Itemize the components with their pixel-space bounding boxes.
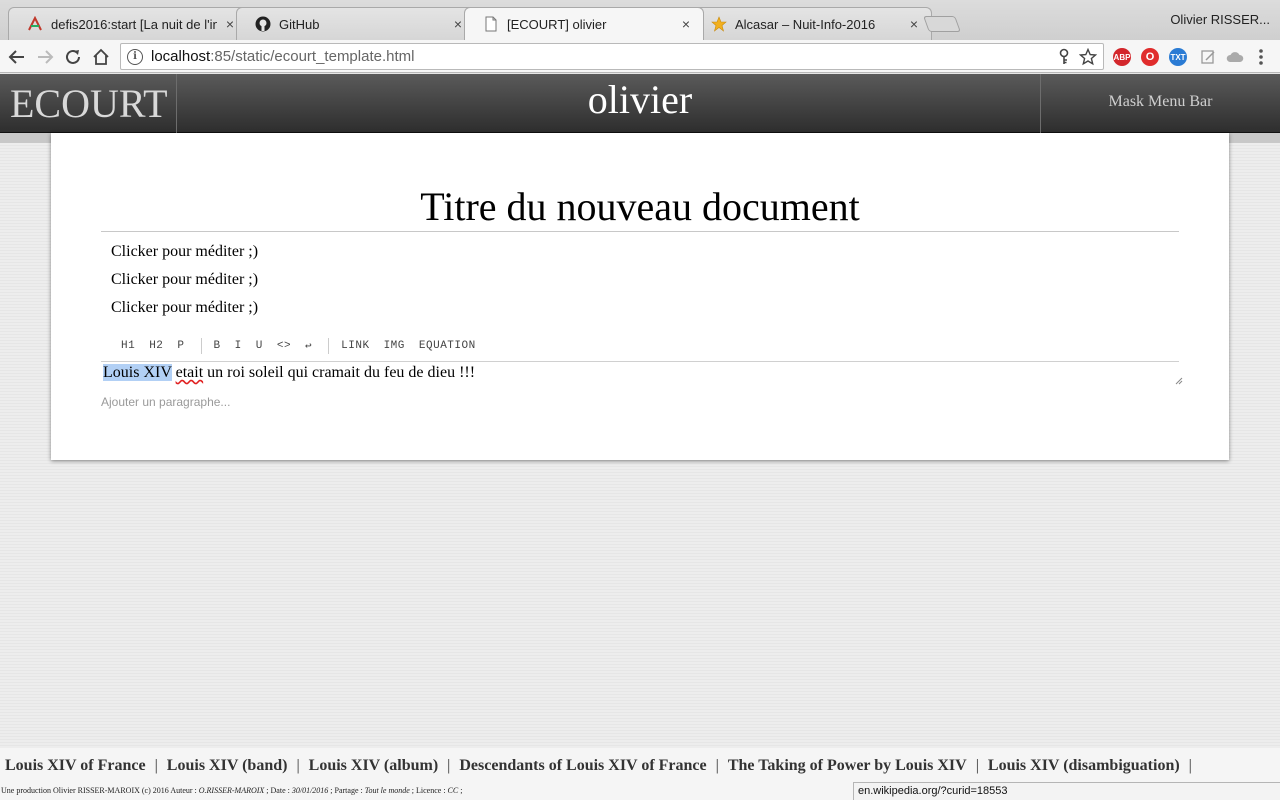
tab-title: GitHub [279, 16, 320, 32]
credits-prefix: Une production Olivier RISSER-MAROIX (c)… [1, 786, 199, 795]
credits-date: 30/01/2016 [291, 786, 329, 795]
underline-button[interactable]: U [256, 340, 263, 352]
browser-tab-strip: defis2016:start [La nuit de l'in × GitHu… [0, 0, 1280, 40]
home-icon [93, 48, 109, 65]
txt-extension-icon[interactable]: TXT [1169, 48, 1187, 66]
browser-tab-ecourt[interactable]: [ECOURT] olivier × [464, 7, 704, 40]
close-icon[interactable]: × [223, 16, 237, 32]
credits-share-label: ; Partage : [328, 786, 365, 795]
kebab-menu-icon [1259, 49, 1263, 65]
menu-button[interactable] [1248, 44, 1274, 70]
toolbar-separator [200, 338, 202, 354]
add-paragraph-placeholder[interactable]: Ajouter un paragraphe... [101, 395, 230, 409]
link-separator: | [1188, 757, 1192, 774]
paragraph-button[interactable]: P [177, 340, 184, 352]
github-icon [255, 16, 271, 32]
browser-toolbar: i localhost:85/static/ecourt_template.ht… [0, 40, 1280, 73]
wiki-icon [27, 16, 43, 32]
related-link[interactable]: Louis XIV (disambiguation) [988, 757, 1180, 775]
note-extension-button[interactable] [1195, 44, 1221, 70]
cloud-icon [1226, 52, 1244, 62]
toolbar-separator [328, 338, 330, 354]
forward-arrow-icon [38, 50, 54, 64]
home-button[interactable] [88, 44, 114, 70]
reload-icon [66, 49, 80, 64]
equation-button[interactable]: EQUATION [419, 340, 476, 352]
h2-button[interactable]: H2 [149, 340, 163, 352]
image-button[interactable]: IMG [384, 340, 405, 352]
code-button[interactable]: <> [277, 340, 291, 352]
related-link[interactable]: The Taking of Power by Louis XIV [728, 757, 967, 775]
close-icon[interactable]: × [679, 16, 693, 32]
bookmark-star-icon[interactable] [1079, 48, 1097, 66]
link-separator: | [715, 757, 719, 774]
key-icon[interactable] [1057, 48, 1071, 66]
title-divider [101, 231, 1179, 232]
reload-button[interactable] [60, 44, 86, 70]
credits-share: Tout le monde [364, 786, 410, 795]
url-path: :85/static/ecourt_template.html [210, 48, 415, 65]
paragraph-block[interactable]: Clicker pour méditer ;) [111, 299, 258, 317]
note-icon [1201, 50, 1215, 64]
misspelled-word: etait [175, 364, 204, 381]
document-card: Titre du nouveau document Clicker pour m… [51, 133, 1229, 460]
credits-end: ; [458, 786, 463, 795]
tab-title: defis2016:start [La nuit de l'in [51, 16, 217, 32]
bold-button[interactable]: B [214, 340, 221, 352]
close-icon[interactable]: × [907, 16, 921, 32]
format-toolbar: H1 H2 P B I U <> ↩ LINK IMG EQUATION [121, 337, 490, 355]
link-separator: | [296, 757, 300, 774]
back-button[interactable] [4, 44, 30, 70]
newline-button[interactable]: ↩ [305, 339, 312, 353]
related-links-bar: Louis XIV of France | Louis XIV (band) | L… [0, 748, 1280, 784]
credits-author: O.RISSER-MAROIX [198, 786, 265, 795]
related-link[interactable]: Descendants of Louis XIV of France [459, 757, 706, 775]
document-title[interactable]: Titre du nouveau document [101, 183, 1179, 230]
paragraph-editor[interactable]: Louis XIV etait un roi soleil qui cramai… [101, 362, 1183, 388]
paragraph-block[interactable]: Clicker pour méditer ;) [111, 271, 258, 289]
link-separator: | [447, 757, 451, 774]
italic-button[interactable]: I [235, 340, 242, 352]
status-url-bubble: en.wikipedia.org/?curid=18553 [853, 782, 1280, 800]
browser-tab-alcasar[interactable]: Alcasar – Nuit-Info-2016 × [692, 7, 932, 40]
tab-title: [ECOURT] olivier [507, 16, 607, 32]
paragraph-block[interactable]: Clicker pour méditer ;) [111, 243, 258, 261]
adblock-icon[interactable]: ABP [1113, 48, 1131, 66]
address-bar[interactable]: i localhost:85/static/ecourt_template.ht… [120, 43, 1104, 70]
credits-licence: CC [447, 786, 459, 795]
url-host: localhost [151, 48, 211, 65]
star-icon [711, 16, 727, 32]
info-icon[interactable]: i [127, 48, 143, 65]
related-link[interactable]: Louis XIV (album) [309, 757, 439, 775]
page-icon [483, 16, 499, 32]
link-separator: | [154, 757, 158, 774]
user-name: olivier [587, 77, 693, 122]
editor-text: un roi soleil qui cramait du feu de dieu… [203, 364, 476, 381]
selected-text: Louis XIV [103, 364, 172, 381]
link-separator: | [975, 757, 979, 774]
h1-button[interactable]: H1 [121, 340, 135, 352]
browser-tab-defis2016[interactable]: defis2016:start [La nuit de l'in × [8, 7, 248, 40]
credits-date-label: ; Date : [264, 786, 292, 795]
app-header: ECOURT olivier Mask Menu Bar [0, 74, 1280, 133]
tab-title: Alcasar – Nuit-Info-2016 [735, 16, 876, 32]
browser-tab-github[interactable]: GitHub × [236, 7, 476, 40]
back-arrow-icon [8, 50, 24, 64]
profile-name[interactable]: Olivier RISSER... [1170, 12, 1270, 27]
mask-menu-bar-button[interactable]: Mask Menu Bar [1040, 74, 1280, 133]
close-icon[interactable]: × [451, 16, 465, 32]
forward-button[interactable] [32, 44, 58, 70]
new-tab-button[interactable] [923, 16, 961, 32]
credits-licence-label: ; Licence : [409, 786, 448, 795]
resize-grip-icon[interactable] [1175, 377, 1183, 385]
link-button[interactable]: LINK [341, 340, 369, 352]
related-link[interactable]: Louis XIV (band) [167, 757, 288, 775]
opera-icon[interactable]: O [1141, 48, 1159, 66]
related-link[interactable]: Louis XIV of France [5, 757, 146, 775]
drive-extension-button[interactable] [1222, 44, 1248, 70]
